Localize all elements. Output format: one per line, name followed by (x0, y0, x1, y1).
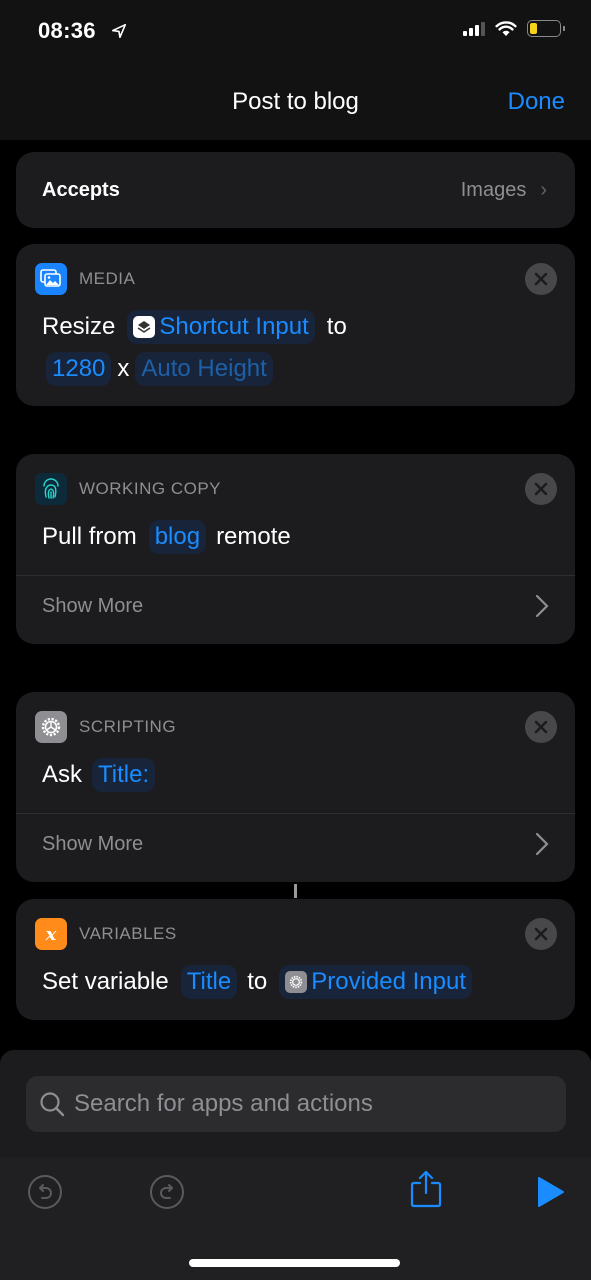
action-header: WORKING COPY (35, 473, 221, 505)
connector-text: to (326, 313, 347, 340)
search-input[interactable] (74, 1090, 554, 1118)
action-prefix: Pull from (42, 523, 137, 550)
media-icon (35, 263, 67, 295)
shortcuts-icon (133, 316, 156, 338)
action-header: MEDIA (35, 263, 135, 295)
wifi-icon (495, 20, 517, 36)
action-card-resize[interactable]: MEDIA Resize Shortcut Input to 1280 x Au… (16, 244, 575, 406)
close-icon (534, 272, 548, 286)
show-more-label: Show More (42, 832, 144, 855)
connector-text: to (247, 968, 268, 995)
show-more-label: Show More (42, 594, 144, 617)
redo-icon (150, 1175, 184, 1209)
width-token[interactable]: 1280 (46, 352, 112, 386)
height-token[interactable]: Auto Height (135, 352, 273, 386)
action-verb: Set variable (42, 968, 169, 995)
close-icon (534, 482, 548, 496)
divider (16, 813, 575, 814)
chevron-right-icon: › (540, 178, 547, 201)
action-body: Resize Shortcut Input to (42, 310, 347, 344)
remove-action-button[interactable] (525, 711, 557, 743)
search-icon (40, 1092, 65, 1117)
shortcut-input-label: Shortcut Input (159, 313, 309, 340)
accepts-row[interactable]: Accepts Images › (16, 152, 575, 228)
action-card-set-variable[interactable]: x VARIABLES Set variable Title to Provid… (16, 899, 575, 1020)
variable-icon: x (35, 918, 67, 950)
redo-button[interactable] (147, 1172, 187, 1212)
undo-button[interactable] (25, 1172, 65, 1212)
top-bar: 08:36 Post to blog Done (0, 0, 591, 140)
action-category: WORKING COPY (79, 479, 222, 498)
cellular-signal-icon (463, 21, 485, 36)
action-verb: Ask (42, 761, 83, 788)
done-button[interactable]: Done (508, 88, 565, 116)
remove-action-button[interactable] (525, 263, 557, 295)
shortcut-input-token[interactable]: Shortcut Input (127, 310, 315, 344)
action-body: Ask Title: (42, 758, 159, 792)
remove-action-button[interactable] (525, 918, 557, 950)
action-category: VARIABLES (79, 924, 177, 943)
action-verb: Resize (42, 313, 116, 340)
provided-input-label: Provided Input (311, 968, 466, 995)
location-arrow-icon (111, 23, 127, 39)
accepts-value: Images › (461, 179, 547, 202)
undo-icon (28, 1175, 62, 1209)
prompt-token[interactable]: Title: (92, 758, 156, 792)
home-indicator[interactable] (189, 1259, 400, 1267)
action-card-ask[interactable]: SCRIPTING Ask Title: Show More (16, 692, 575, 882)
variable-glyph: x (45, 923, 57, 945)
page-title: Post to blog (232, 88, 359, 115)
share-button[interactable] (406, 1169, 446, 1209)
action-header: x VARIABLES (35, 918, 177, 950)
action-category: MEDIA (79, 269, 136, 288)
share-icon (410, 1170, 442, 1208)
gear-icon (285, 971, 308, 993)
fingerprint-icon (35, 473, 67, 505)
divider (16, 575, 575, 576)
separator-text: x (117, 355, 130, 382)
remove-action-button[interactable] (525, 473, 557, 505)
play-icon (538, 1177, 564, 1207)
accepts-label: Accepts (42, 178, 120, 201)
search-field[interactable] (26, 1076, 566, 1132)
battery-icon (527, 20, 565, 37)
close-icon (534, 927, 548, 941)
action-body: Set variable Title to Provided Input (42, 965, 476, 999)
show-more-button[interactable]: Show More (42, 594, 549, 618)
action-header: SCRIPTING (35, 711, 176, 743)
show-more-button[interactable]: Show More (42, 832, 549, 856)
close-icon (534, 720, 548, 734)
chevron-right-icon (535, 832, 549, 856)
chevron-right-icon (535, 594, 549, 618)
remote-token[interactable]: blog (148, 520, 207, 554)
variable-name-token[interactable]: Title (180, 965, 238, 999)
status-icons (463, 20, 565, 37)
gear-icon (35, 711, 67, 743)
provided-input-token[interactable]: Provided Input (279, 965, 472, 999)
accepts-value-text: Images (460, 178, 527, 201)
action-suffix: remote (216, 523, 291, 550)
action-card-pull[interactable]: WORKING COPY Pull from blog remote Show … (16, 454, 575, 644)
run-button[interactable] (530, 1172, 570, 1212)
action-category: SCRIPTING (79, 717, 177, 736)
action-body-line2: 1280 x Auto Height (46, 352, 277, 386)
action-body: Pull from blog remote (42, 520, 291, 554)
drag-connector (294, 884, 297, 898)
status-time: 08:36 (38, 18, 96, 43)
